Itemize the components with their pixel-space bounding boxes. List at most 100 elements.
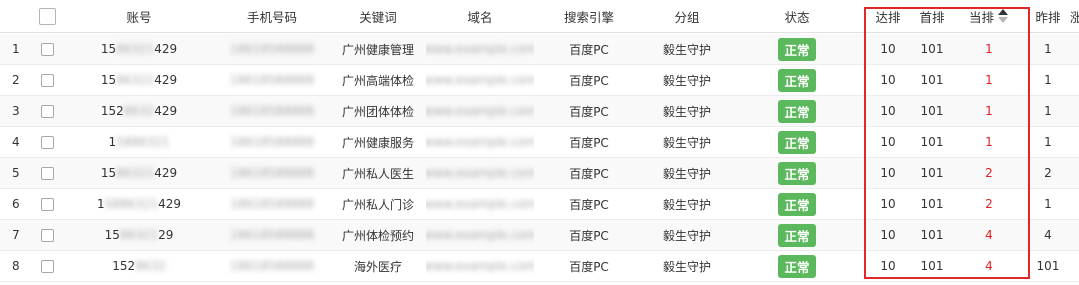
engine-cell: 百度PC [569, 228, 609, 243]
account-head: 1 [108, 135, 117, 149]
header-domain[interactable]: 域名 [426, 0, 534, 32]
masked-account: 1528632429 [101, 104, 177, 118]
row-checkbox-cell [30, 127, 64, 157]
account-head: 15 [100, 42, 117, 56]
row-checkbox-cell [30, 34, 64, 64]
first-rank-cell: 101 [920, 73, 944, 87]
row-checkbox[interactable] [40, 166, 54, 180]
row-index: 4 [12, 135, 20, 149]
row-checkbox[interactable] [40, 197, 54, 211]
current-rank-cell: 4 [985, 259, 993, 273]
table-row[interactable]: 1 1586321429 18618588888 广州健康管理 www.example.… [0, 34, 1079, 65]
reach-rank-cell: 10 [880, 135, 896, 149]
account-tail: 429 [154, 166, 178, 180]
group-cell: 毅生守护 [662, 104, 711, 119]
table-row[interactable]: 3 1528632429 18618588888 广州团体体检 www.example.… [0, 96, 1079, 127]
header-yesterday-rank[interactable]: 昨排 [1026, 0, 1070, 32]
account-cell: 15886321429 [64, 189, 214, 219]
keyword-cell: 广州高端体检 [341, 73, 414, 88]
select-all-checkbox[interactable] [38, 7, 56, 25]
row-checkbox-cell [30, 189, 64, 219]
account-masked: 86321 [119, 228, 159, 242]
keyword-cell: 广州健康管理 [341, 42, 414, 57]
row-checkbox[interactable] [40, 104, 54, 118]
masked-account: 1586321429 [101, 166, 177, 180]
ranking-table: 账号 手机号码 关键词 域名 搜索引擎 分组 状态 达排 首排 当排 昨排 涨 … [0, 0, 1079, 285]
status-badge: 正常 [778, 130, 816, 154]
header-reach-rank[interactable]: 达排 [864, 0, 912, 32]
row-checkbox[interactable] [40, 228, 54, 242]
masked-text: 18618588888 [230, 228, 314, 242]
current-rank-cell: 1 [985, 73, 993, 87]
reach-rank-cell: 10 [880, 104, 896, 118]
masked-text: 18618588888 [230, 73, 314, 87]
header-engine[interactable]: 搜索引擎 [534, 0, 644, 32]
row-checkbox[interactable] [40, 42, 54, 56]
row-checkbox[interactable] [40, 259, 54, 273]
row-index: 5 [12, 166, 20, 180]
account-tail: 429 [158, 197, 181, 211]
account-head: 152 [112, 259, 136, 273]
header-status[interactable]: 状态 [730, 0, 864, 32]
yesterday-rank-cell: 1 [1044, 104, 1052, 118]
reach-rank-cell: 10 [880, 197, 896, 211]
yesterday-rank-cell: 2 [1044, 166, 1052, 180]
phone-cell: 18618588888 [214, 158, 330, 188]
reach-rank-cell: 10 [880, 228, 896, 242]
current-rank-cell: 2 [985, 166, 993, 180]
row-index: 6 [12, 197, 20, 211]
group-cell: 毅生守护 [662, 197, 711, 212]
first-rank-cell: 101 [920, 228, 944, 242]
row-checkbox[interactable] [40, 73, 54, 87]
header-keyword[interactable]: 关键词 [330, 0, 426, 32]
account-head: 1 [97, 197, 105, 211]
domain-cell: www.example.com [426, 189, 534, 219]
yesterday-rank-cell: 1 [1044, 197, 1052, 211]
table-row[interactable]: 4 15886321 18618588888 广州健康服务 www.example.co… [0, 127, 1079, 158]
status-badge: 正常 [778, 254, 816, 278]
table-row[interactable]: 7 158632129 18618588888 广州体检预约 www.example.c… [0, 220, 1079, 251]
engine-cell: 百度PC [569, 42, 609, 57]
status-badge: 正常 [778, 161, 816, 185]
row-checkbox-cell [30, 96, 64, 126]
group-cell: 毅生守护 [662, 166, 711, 181]
keyword-cell: 广州健康服务 [341, 135, 414, 150]
account-cell: 1586321429 [64, 158, 214, 188]
header-current-rank-label: 当排 [968, 9, 994, 25]
domain-cell: www.example.com [426, 96, 534, 126]
engine-cell: 百度PC [569, 73, 609, 88]
status-badge: 正常 [778, 68, 816, 92]
domain-cell: www.example.com [426, 158, 534, 188]
account-cell: 15886321 [64, 127, 214, 157]
table-row[interactable]: 6 15886321429 18618588888 广州私人门诊 www.example… [0, 189, 1079, 220]
row-checkbox-cell [30, 220, 64, 250]
table-row[interactable]: 5 1586321429 18618588888 广州私人医生 www.example.… [0, 158, 1079, 189]
table-row[interactable]: 8 1528632 18618588888 海外医疗 www.example.com 百度… [0, 251, 1079, 282]
yesterday-rank-cell: 1 [1044, 135, 1052, 149]
reach-rank-cell: 10 [880, 166, 896, 180]
status-cell: 正常 [730, 96, 864, 126]
masked-text: 18618588888 [230, 135, 314, 149]
header-phone[interactable]: 手机号码 [214, 0, 330, 32]
phone-cell: 18618588888 [214, 96, 330, 126]
status-badge: 正常 [778, 192, 816, 216]
domain-cell: www.example.com [426, 65, 534, 95]
domain-cell: www.example.com [426, 251, 534, 281]
masked-account: 1586321429 [101, 73, 177, 87]
header-account[interactable]: 账号 [64, 0, 214, 32]
account-head: 15 [100, 73, 117, 87]
sort-up-down-icon[interactable] [998, 9, 1009, 23]
phone-cell: 18618588888 [214, 65, 330, 95]
table-row[interactable]: 2 1586321429 18618588888 广州高端体检 www.example.… [0, 65, 1079, 96]
account-masked: 8632 [123, 104, 155, 118]
header-extra[interactable]: 涨 [1070, 0, 1079, 32]
row-index: 2 [12, 73, 20, 87]
row-checkbox[interactable] [40, 135, 54, 149]
header-current-rank[interactable]: 当排 [952, 0, 1026, 32]
group-cell: 毅生守护 [662, 259, 711, 274]
account-tail: 429 [154, 73, 178, 87]
phone-cell: 18618588888 [214, 251, 330, 281]
header-group[interactable]: 分组 [644, 0, 730, 32]
header-first-rank[interactable]: 首排 [912, 0, 952, 32]
table-header: 账号 手机号码 关键词 域名 搜索引擎 分组 状态 达排 首排 当排 昨排 涨 [0, 0, 1079, 33]
